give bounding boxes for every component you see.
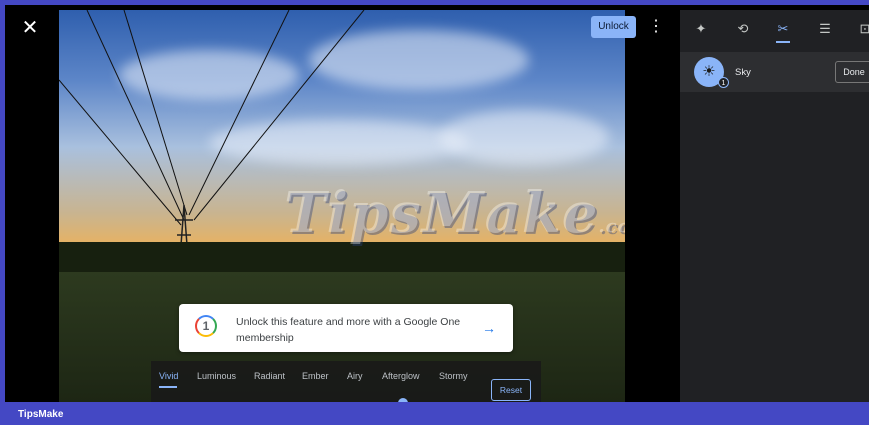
active-style-indicator xyxy=(159,386,177,388)
watermark: TipsMake.com xyxy=(284,180,625,246)
style-radiant[interactable]: Radiant xyxy=(254,371,285,381)
sky-style-picker: Vivid Luminous Radiant Ember Airy Afterg… xyxy=(151,361,541,402)
promo-text: Unlock this feature and more with a Goog… xyxy=(236,316,461,344)
active-tab-indicator xyxy=(776,41,790,43)
crop-rotate-icon[interactable]: ⟲ xyxy=(734,20,752,38)
sparkle-icon[interactable]: ✦ xyxy=(692,20,710,38)
arrow-right-icon[interactable]: → xyxy=(481,318,497,338)
style-afterglow[interactable]: Afterglow xyxy=(382,371,420,381)
more-vert-icon[interactable]: ⋮ xyxy=(648,16,664,38)
google-one-promo: 1 Unlock this feature and more with a Go… xyxy=(179,304,513,352)
adjust-icon[interactable]: ☰ xyxy=(816,20,834,38)
tools-icon[interactable]: ✂ xyxy=(774,20,792,38)
slider-handle[interactable] xyxy=(398,398,408,402)
footer-label: TipsMake xyxy=(18,409,64,420)
sky-label: Sky xyxy=(735,67,751,78)
photo-editor-window: ✕ TipsMake.com Unlock ⋮ 1 Unlock this fe… xyxy=(5,5,869,402)
style-ember[interactable]: Ember xyxy=(302,371,329,381)
watermark-suffix: .com xyxy=(598,216,625,237)
done-button[interactable]: Done xyxy=(835,61,869,83)
style-stormy[interactable]: Stormy xyxy=(439,371,468,381)
style-luminous[interactable]: Luminous xyxy=(197,371,236,381)
export-icon[interactable]: ⊡ xyxy=(856,20,869,38)
edit-side-panel: ✦ ⟲ ✂ ☰ ⊡ ☀ 1 Sky Done xyxy=(680,10,869,402)
close-icon[interactable]: ✕ xyxy=(19,17,41,39)
style-vivid[interactable]: Vivid xyxy=(159,371,178,381)
unlock-button[interactable]: Unlock xyxy=(591,16,636,38)
style-airy[interactable]: Airy xyxy=(347,371,363,381)
watermark-text: TipsMake xyxy=(284,180,599,246)
reset-button[interactable]: Reset xyxy=(491,379,531,401)
sky-tool-row[interactable]: ☀ 1 Sky Done xyxy=(680,52,869,92)
sky-badge: 1 xyxy=(718,77,729,88)
google-one-icon: 1 xyxy=(195,315,217,337)
